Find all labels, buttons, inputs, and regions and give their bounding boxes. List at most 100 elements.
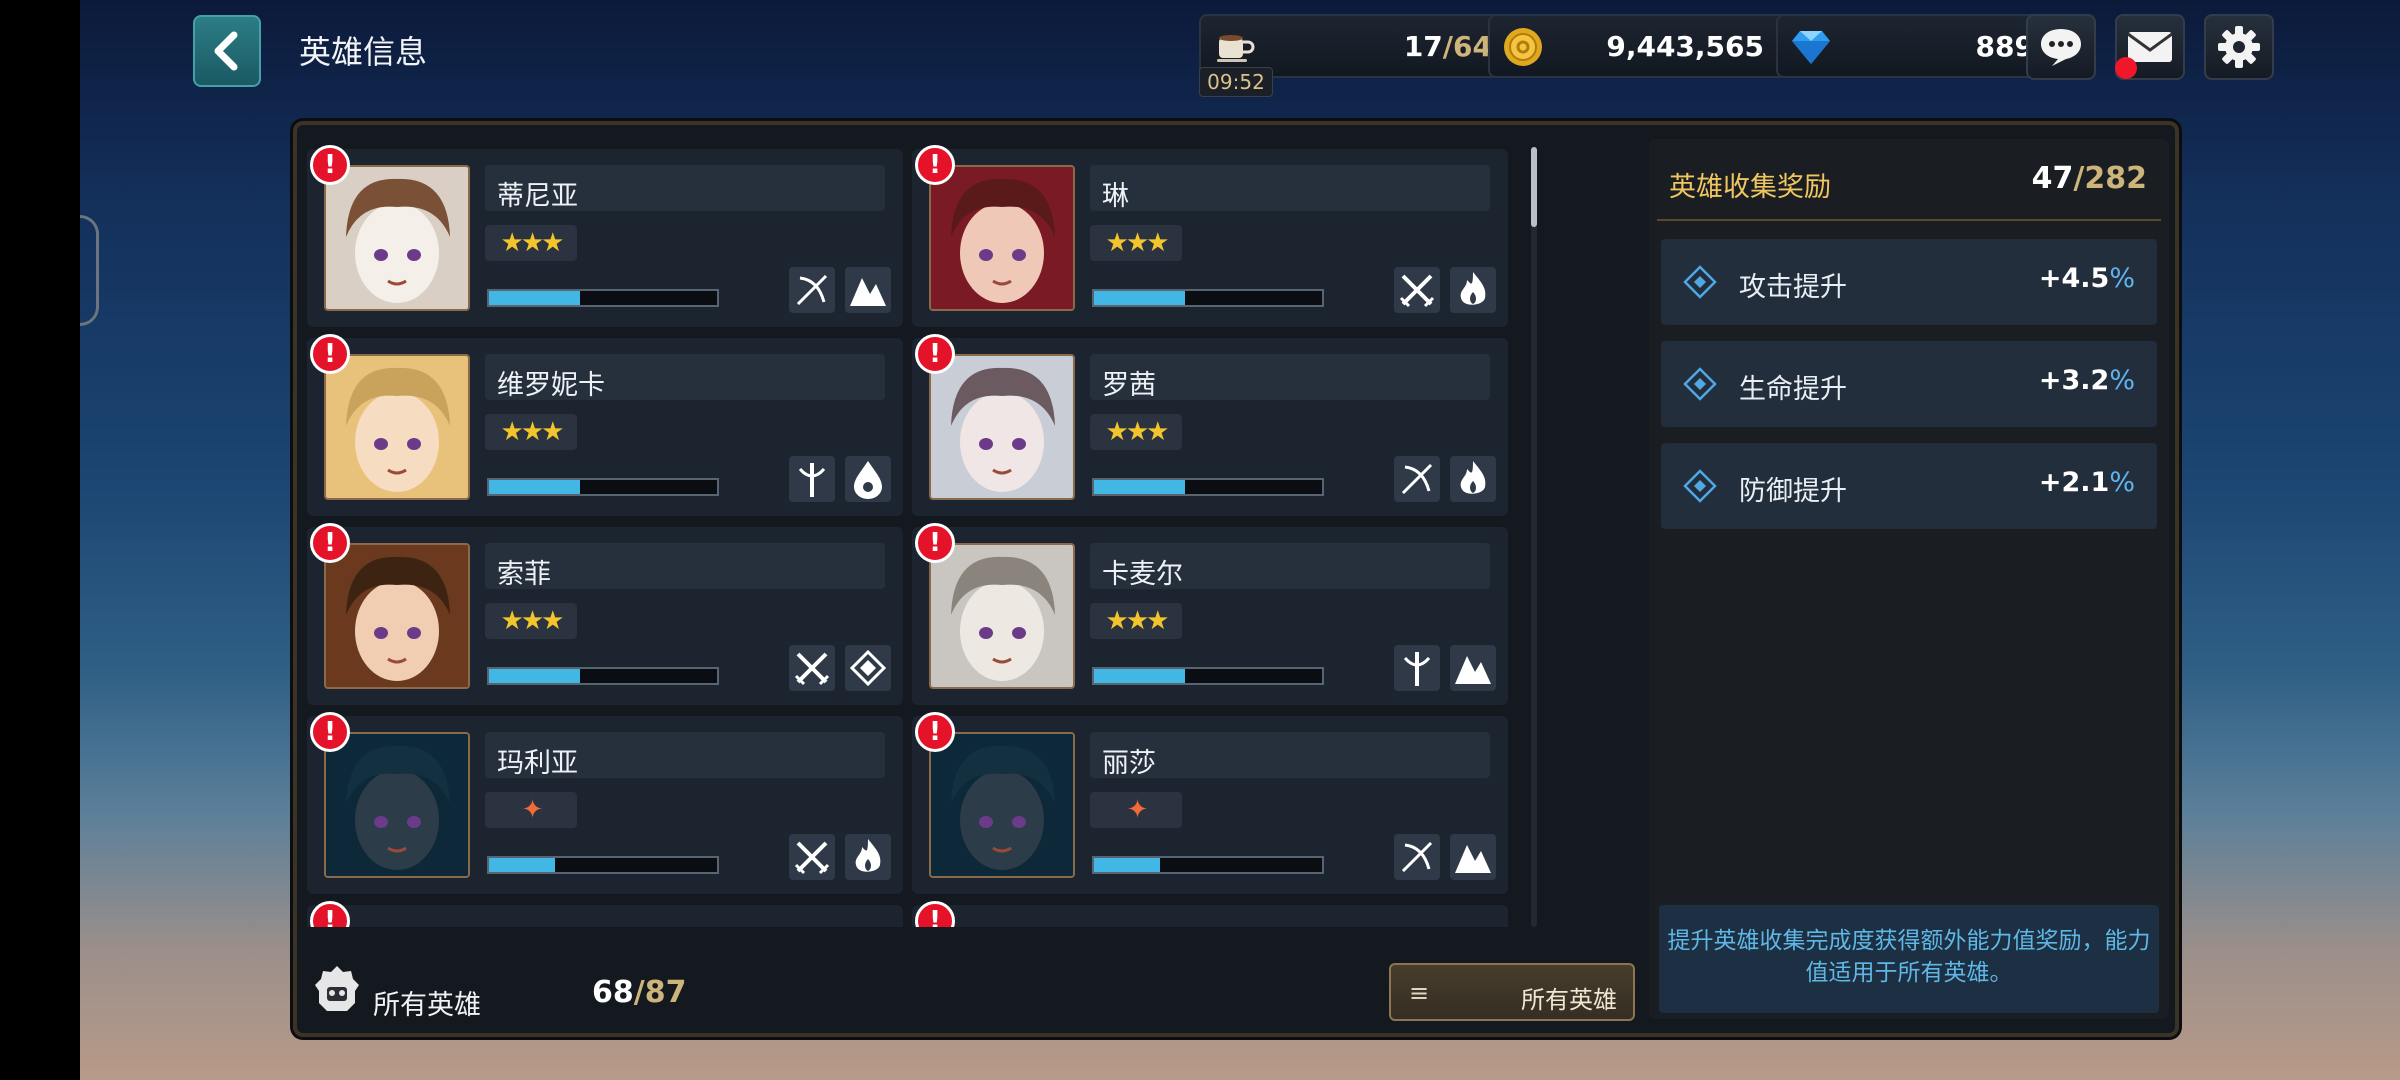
hero-list[interactable]: ! 蒂尼亚 ★★★ ! 琳 ★★★ ! 维罗妮卡 ★★★ ! 罗茜 ★★★ ! … bbox=[307, 139, 1532, 927]
hero-name-bar: 索菲 bbox=[485, 543, 885, 590]
hero-helmet-icon bbox=[315, 966, 359, 1011]
settings-button[interactable] bbox=[2204, 14, 2274, 80]
hero-portrait bbox=[324, 165, 470, 311]
hero-progress-fill bbox=[489, 858, 556, 872]
gold-counter[interactable]: 9,443,565 + bbox=[1488, 14, 1818, 78]
bonus-unit: % bbox=[2109, 365, 2135, 396]
bow-icon bbox=[789, 267, 835, 313]
alert-badge-icon: ! bbox=[310, 523, 350, 563]
bonus-label: 生命提升 bbox=[1739, 374, 1847, 405]
hero-progress-bar bbox=[487, 856, 719, 874]
hero-portrait bbox=[324, 543, 470, 689]
hero-star-rating: ★★★ bbox=[1090, 603, 1182, 639]
hero-card-partial[interactable]: ! bbox=[912, 901, 1508, 927]
wind-icon bbox=[845, 645, 891, 691]
staff-icon bbox=[789, 456, 835, 502]
hero-progress-fill bbox=[1094, 480, 1186, 494]
hero-progress-fill bbox=[489, 480, 581, 494]
hero-name: 索菲 bbox=[497, 559, 551, 590]
hero-name-bar: 维罗妮卡 bbox=[485, 354, 885, 401]
hero-card[interactable]: ! 卡麦尔 ★★★ bbox=[912, 523, 1508, 705]
hero-card[interactable]: ! 琳 ★★★ bbox=[912, 145, 1508, 327]
scroll-thumb[interactable] bbox=[1531, 147, 1537, 227]
hero-card[interactable]: ! 玛利亚 ✦ bbox=[307, 712, 903, 894]
stamina-timer: 09:52 bbox=[1199, 67, 1273, 97]
hero-name-bar: 丽莎 bbox=[1090, 732, 1490, 779]
mail-notification-dot bbox=[2115, 57, 2137, 79]
hero-card[interactable]: ! 丽莎 ✦ bbox=[912, 712, 1508, 894]
back-button[interactable] bbox=[193, 15, 261, 87]
hero-name-bar: 琳 bbox=[1090, 165, 1490, 212]
fire-icon bbox=[1450, 456, 1496, 502]
hero-name: 维罗妮卡 bbox=[497, 370, 605, 401]
diamond-outline-icon bbox=[1683, 265, 1717, 299]
alert-badge-icon: ! bbox=[915, 901, 955, 927]
hero-portrait bbox=[929, 354, 1075, 500]
hero-star-rating: ✦ bbox=[485, 792, 577, 828]
swords-icon bbox=[789, 834, 835, 880]
hero-progress-fill bbox=[489, 669, 581, 683]
hero-name: 卡麦尔 bbox=[1102, 559, 1183, 590]
swords-icon bbox=[1394, 267, 1440, 313]
chat-button[interactable] bbox=[2026, 14, 2096, 80]
hero-name-bar: 蒂尼亚 bbox=[485, 165, 885, 212]
hero-progress-bar bbox=[1092, 478, 1324, 496]
game-screen: 英雄信息 17/64 + 09:52 9,443,565 + 889 + bbox=[80, 0, 2400, 1080]
hero-star-rating: ✦ bbox=[1090, 792, 1182, 828]
bonus-label: 防御提升 bbox=[1739, 476, 1847, 507]
hero-name-bar: 罗茜 bbox=[1090, 354, 1490, 401]
filter-label: 所有英雄 bbox=[1521, 986, 1617, 1014]
hero-star-rating: ★★★ bbox=[1090, 225, 1182, 261]
bonus-unit: % bbox=[2109, 467, 2135, 498]
diamond-outline-icon bbox=[1683, 367, 1717, 401]
hero-card-partial[interactable]: ! bbox=[307, 901, 903, 927]
chat-bubble-icon bbox=[2041, 29, 2081, 66]
bonus-value: +4.5 bbox=[2038, 263, 2110, 294]
mountain-icon bbox=[1450, 834, 1496, 880]
stamina-current: 17 bbox=[1403, 30, 1443, 63]
hero-card[interactable]: ! 蒂尼亚 ★★★ bbox=[307, 145, 903, 327]
hero-card[interactable]: ! 维罗妮卡 ★★★ bbox=[307, 334, 903, 516]
hero-name: 丽莎 bbox=[1102, 748, 1156, 779]
alert-badge-icon: ! bbox=[310, 901, 350, 927]
reward-title: 英雄收集奖励 bbox=[1669, 172, 1831, 203]
water-icon bbox=[845, 456, 891, 502]
page-title: 英雄信息 bbox=[299, 33, 428, 71]
hero-card[interactable]: ! 索菲 ★★★ bbox=[307, 523, 903, 705]
all-heroes-label: 所有英雄 bbox=[373, 990, 481, 1021]
fire-icon bbox=[845, 834, 891, 880]
reward-divider bbox=[1657, 219, 2161, 221]
bonus-value: +3.2 bbox=[2038, 365, 2110, 396]
alert-badge-icon: ! bbox=[915, 334, 955, 374]
hero-progress-bar bbox=[487, 289, 719, 307]
alert-badge-icon: ! bbox=[310, 334, 350, 374]
alert-badge-icon: ! bbox=[310, 712, 350, 752]
alert-badge-icon: ! bbox=[915, 523, 955, 563]
bonus-label: 攻击提升 bbox=[1739, 272, 1847, 303]
hero-name: 玛利亚 bbox=[497, 748, 578, 779]
hero-progress-bar bbox=[1092, 667, 1324, 685]
gold-coin-icon bbox=[1504, 28, 1542, 66]
hero-portrait bbox=[324, 732, 470, 878]
diamond-outline-icon bbox=[1683, 469, 1717, 503]
hero-count-max: /87 bbox=[633, 975, 687, 1010]
hero-star-rating: ★★★ bbox=[1090, 414, 1182, 450]
hero-count-current: 68 bbox=[592, 975, 634, 1010]
hero-progress-bar bbox=[1092, 856, 1324, 874]
hero-name: 琳 bbox=[1102, 181, 1129, 212]
hero-count: 68/87 bbox=[592, 975, 686, 1010]
hero-name-bar: 玛利亚 bbox=[485, 732, 885, 779]
diamond-icon bbox=[1792, 31, 1830, 64]
hero-progress-fill bbox=[489, 291, 581, 305]
hero-list-scrollbar[interactable] bbox=[1531, 147, 1537, 927]
menu-lines-icon: ≡ bbox=[1409, 979, 1430, 1007]
swords-icon bbox=[789, 645, 835, 691]
filter-all-heroes-button[interactable]: ≡ 所有英雄 bbox=[1389, 963, 1635, 1021]
hero-portrait bbox=[929, 732, 1075, 878]
hero-info-panel: ! 蒂尼亚 ★★★ ! 琳 ★★★ ! 维罗妮卡 ★★★ ! 罗茜 ★★★ ! … bbox=[293, 121, 2179, 1037]
hero-card[interactable]: ! 罗茜 ★★★ bbox=[912, 334, 1508, 516]
hero-portrait bbox=[324, 354, 470, 500]
hero-name: 蒂尼亚 bbox=[497, 181, 578, 212]
hero-progress-fill bbox=[1094, 291, 1186, 305]
bonus-row-attack: 攻击提升 +4.5% bbox=[1661, 239, 2157, 325]
